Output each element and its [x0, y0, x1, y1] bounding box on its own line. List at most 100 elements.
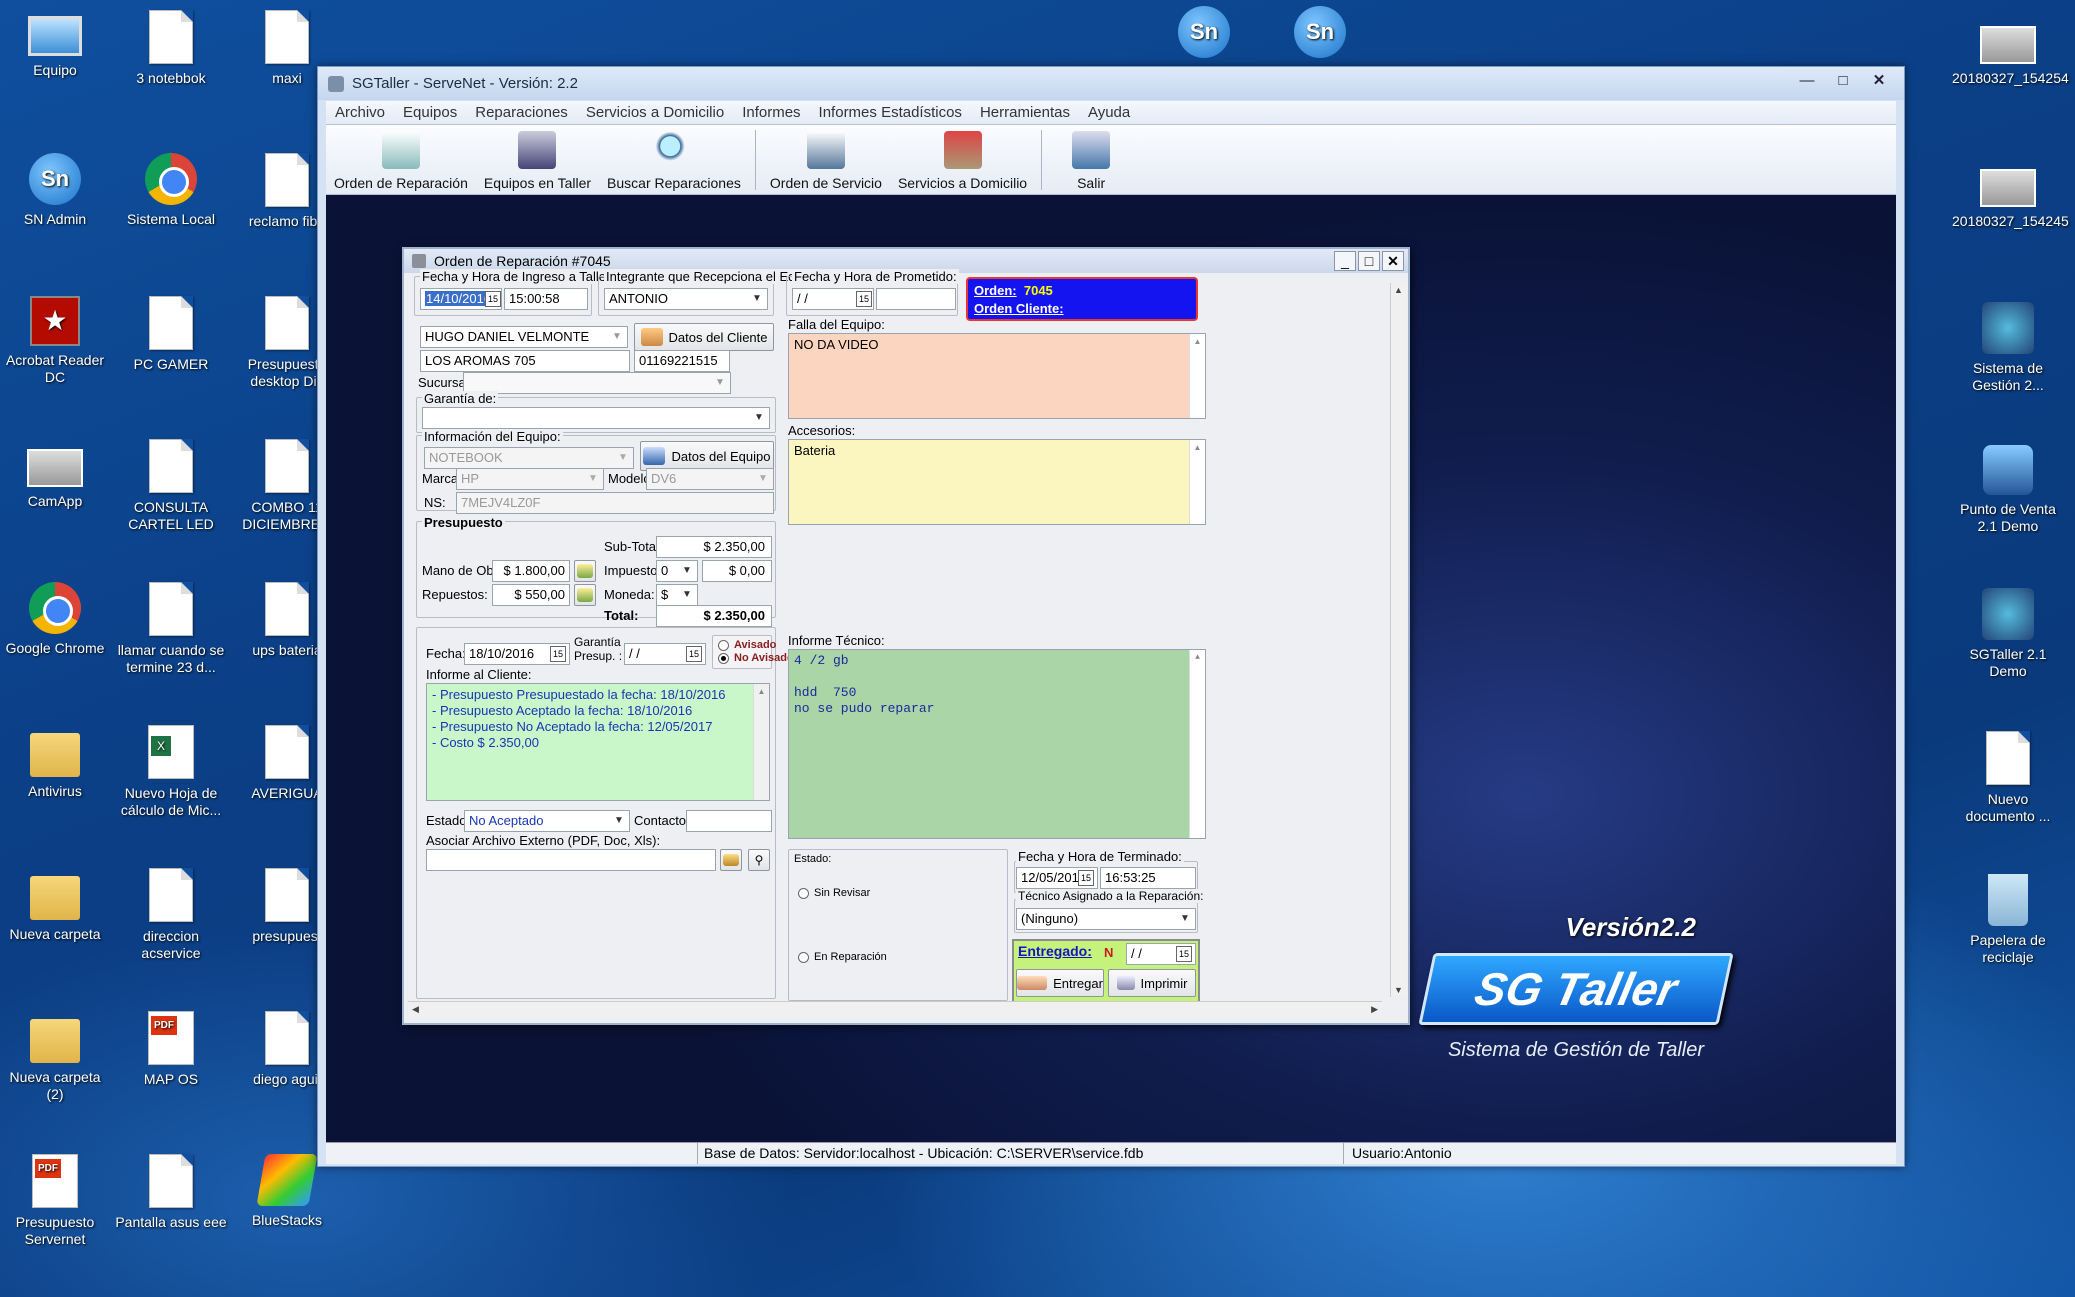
- datos-equipo-button[interactable]: Datos del Equipo: [640, 441, 774, 471]
- dialog-close-button[interactable]: ✕: [1382, 251, 1404, 271]
- desktop-icon[interactable]: Equipo: [0, 10, 111, 79]
- calendar-icon[interactable]: 15: [686, 646, 702, 662]
- desktop-icon[interactable]: direccion acservice: [115, 868, 227, 962]
- open-folder-button[interactable]: [720, 849, 742, 871]
- informe-tecnico-memo[interactable]: 4 /2 gb hdd 750 no se pudo reparar ▲: [788, 649, 1206, 839]
- garantia-select[interactable]: ▼: [422, 407, 770, 429]
- desktop-icon[interactable]: 3 notebbok: [115, 10, 227, 87]
- desktop-icon[interactable]: CamApp: [0, 439, 111, 510]
- prometido-time-field[interactable]: [876, 288, 956, 310]
- orden-label[interactable]: Orden:: [974, 283, 1017, 298]
- desktop-icon[interactable]: 20180327_154254: [1952, 16, 2069, 87]
- cliente-address-field[interactable]: LOS AROMAS 705: [420, 350, 630, 372]
- calendar-icon[interactable]: 15: [550, 646, 566, 662]
- desktop-icon[interactable]: 20180327_154245: [1952, 159, 2069, 230]
- calendar-icon[interactable]: 15: [1078, 870, 1094, 886]
- desktop-icon[interactable]: Nueva carpeta (2): [0, 1011, 111, 1103]
- desktop-icon[interactable]: Antivirus: [0, 725, 111, 800]
- desktop-icon[interactable]: X Nuevo Hoja de cálculo de Mic...: [115, 725, 227, 819]
- imprimir-button[interactable]: Imprimir: [1108, 969, 1196, 997]
- dialog-vertical-scrollbar[interactable]: ▲ ▼: [1390, 283, 1406, 997]
- toolbar-servicios-domicilio[interactable]: Servicios a Domicilio: [890, 131, 1035, 194]
- desktop-icon[interactable]: Nuevo documento ...: [1952, 731, 2064, 825]
- tecnico-select[interactable]: (Ninguno) ▼: [1016, 908, 1196, 930]
- scrollbar[interactable]: ▲: [1189, 334, 1205, 418]
- desktop-icon[interactable]: PC GAMER: [115, 296, 227, 373]
- desktop-icon[interactable]: Sn SN Admin: [0, 153, 111, 228]
- sin-revisar-radio[interactable]: Sin Revisar: [798, 887, 870, 899]
- entregado-label[interactable]: Entregado:: [1018, 943, 1092, 959]
- avisado-radio[interactable]: Avisado: [718, 639, 776, 651]
- entregar-button[interactable]: Entregar: [1016, 969, 1104, 997]
- desktop-icon[interactable]: ★ Acrobat Reader DC: [0, 296, 111, 386]
- informe-cliente-memo[interactable]: - Presupuesto Presupuestado la fecha: 18…: [426, 683, 770, 801]
- calendar-icon[interactable]: 15: [856, 291, 872, 307]
- desktop-icon[interactable]: PDF Presupuesto Servernet: [0, 1154, 111, 1248]
- toolbar-buscar-reparaciones[interactable]: Buscar Reparaciones: [599, 131, 749, 194]
- toolbar-equipos-taller[interactable]: Equipos en Taller: [476, 131, 599, 194]
- calendar-icon[interactable]: 15: [1176, 946, 1192, 962]
- archivo-field[interactable]: [426, 849, 716, 871]
- menu-servicios-domicilio[interactable]: Servicios a Domicilio: [577, 104, 733, 121]
- menu-reparaciones[interactable]: Reparaciones: [466, 104, 577, 121]
- repuestos-field[interactable]: $ 550,00: [492, 584, 570, 606]
- desktop-icon[interactable]: Sistema Local: [115, 153, 227, 228]
- desktop-icon[interactable]: SGTaller 2.1 Demo: [1952, 588, 2064, 680]
- menu-informes-estadisticos[interactable]: Informes Estadísticos: [810, 104, 971, 121]
- impuestos-field[interactable]: $ 0,00: [702, 560, 772, 582]
- cliente-phone-field[interactable]: 01169221515: [634, 350, 730, 372]
- modelo-select[interactable]: DV6 ▼: [646, 468, 774, 490]
- ns-field[interactable]: 7MEJV4LZ0F: [456, 492, 774, 514]
- scrollbar[interactable]: ▲: [753, 684, 769, 800]
- moneda-select[interactable]: $ ▼: [656, 584, 698, 606]
- desktop-icon[interactable]: Pantalla asus eee: [115, 1154, 227, 1231]
- no-avisado-radio[interactable]: No Avisado: [718, 652, 794, 664]
- contacto-field[interactable]: [686, 810, 772, 832]
- scrollbar[interactable]: ▲: [1189, 440, 1205, 524]
- search-file-button[interactable]: ⚲: [748, 849, 770, 871]
- minimize-button[interactable]: —: [1792, 71, 1822, 93]
- falla-memo[interactable]: NO DA VIDEO ▲: [788, 333, 1206, 419]
- cliente-name-select[interactable]: HUGO DANIEL VELMONTE ▼: [420, 326, 628, 348]
- desktop-icon[interactable]: PDF MAP OS: [115, 1011, 227, 1088]
- terminado-time-field[interactable]: 16:53:25: [1100, 867, 1196, 889]
- maximize-button[interactable]: □: [1828, 71, 1858, 93]
- close-button[interactable]: ✕: [1864, 71, 1894, 93]
- desktop-icon[interactable]: Nueva carpeta: [0, 868, 111, 943]
- datos-cliente-button[interactable]: Datos del Cliente: [634, 323, 774, 351]
- sucursal-select[interactable]: ▼: [463, 372, 731, 394]
- en-reparacion-radio[interactable]: En Reparación: [798, 951, 887, 963]
- menu-ayuda[interactable]: Ayuda: [1079, 104, 1139, 121]
- accesorios-memo[interactable]: Bateria ▲: [788, 439, 1206, 525]
- toolbar-orden-reparacion[interactable]: Orden de Reparación: [326, 131, 476, 194]
- dialog-maximize-button[interactable]: □: [1358, 251, 1380, 271]
- desktop-icon[interactable]: llamar cuando se termine 23 d...: [115, 582, 227, 676]
- menu-herramientas[interactable]: Herramientas: [971, 104, 1079, 121]
- desktop-icon[interactable]: Sn: [1264, 6, 1376, 64]
- estado-presup-select[interactable]: No Aceptado ▼: [464, 810, 630, 832]
- desktop-icon[interactable]: Sn: [1148, 6, 1260, 64]
- toolbar-salir[interactable]: Salir: [1048, 131, 1134, 194]
- dialog-horizontal-scrollbar[interactable]: ◀ ▶: [408, 1001, 1382, 1017]
- integrante-select[interactable]: ANTONIO ▼: [604, 288, 768, 310]
- mano-obra-field[interactable]: $ 1.800,00: [492, 560, 570, 582]
- toolbar-orden-servicio[interactable]: Orden de Servicio: [762, 131, 890, 194]
- equipo-tipo-select[interactable]: NOTEBOOK ▼: [424, 447, 634, 469]
- menu-informes[interactable]: Informes: [733, 104, 809, 121]
- marca-select[interactable]: HP ▼: [456, 468, 604, 490]
- orden-cliente-label[interactable]: Orden Cliente:: [974, 300, 1190, 318]
- impuestos-pct-select[interactable]: 0 ▼: [656, 560, 698, 582]
- repuestos-calc-button[interactable]: [574, 584, 596, 606]
- desktop-icon[interactable]: Google Chrome: [0, 582, 111, 657]
- menu-equipos[interactable]: Equipos: [394, 104, 466, 121]
- mano-obra-calc-button[interactable]: [574, 560, 596, 582]
- desktop-icon[interactable]: Punto de Venta 2.1 Demo: [1952, 445, 2064, 535]
- desktop-icon[interactable]: Papelera de reciclaje: [1952, 874, 2064, 966]
- menu-archivo[interactable]: Archivo: [326, 104, 394, 121]
- calendar-icon[interactable]: 15: [485, 291, 501, 307]
- desktop-icon[interactable]: CONSULTA CARTEL LED: [115, 439, 227, 533]
- dialog-minimize-button[interactable]: _: [1334, 251, 1356, 271]
- desktop-icon[interactable]: Sistema de Gestión 2...: [1952, 302, 2064, 394]
- scrollbar[interactable]: ▲: [1189, 650, 1205, 838]
- ingreso-time-field[interactable]: 15:00:58: [504, 288, 588, 310]
